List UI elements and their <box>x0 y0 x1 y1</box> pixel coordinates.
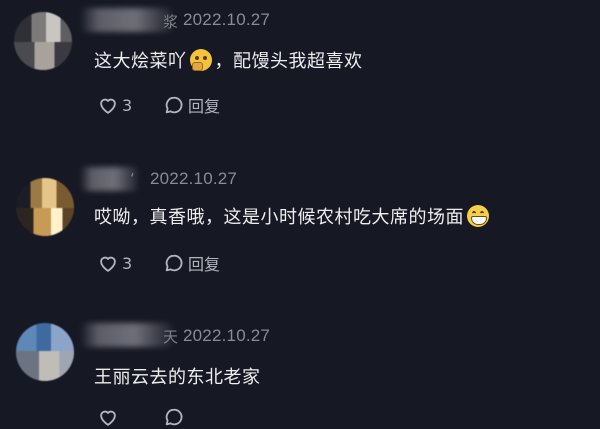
like-button[interactable]: 3 <box>97 94 163 116</box>
heart-icon <box>100 410 116 426</box>
like-count: 3 <box>122 253 133 273</box>
username-blurred[interactable] <box>80 8 172 32</box>
heart-icon <box>100 98 116 114</box>
avatar[interactable] <box>14 12 72 70</box>
avatar[interactable] <box>16 178 74 236</box>
comment-text-part: 哎呦，真香哦，这是小时候农村吃大席的场面 <box>94 207 464 228</box>
like-count: 3 <box>122 95 133 115</box>
reply-button[interactable]: 回复 <box>163 93 220 117</box>
avatar[interactable] <box>16 323 74 381</box>
username-tail: 天 <box>163 328 179 346</box>
comment-date: 2022.10.27 <box>150 169 238 188</box>
username-tail: ʻ <box>130 170 135 188</box>
grinning-face-icon <box>467 205 489 227</box>
username-tail: 浆 <box>163 13 179 31</box>
comment-actions: 3 回复 <box>97 93 220 117</box>
thinking-face-icon <box>189 49 212 71</box>
comment-actions: 3 回复 <box>97 251 220 275</box>
like-button[interactable]: 3 <box>97 252 163 274</box>
comment-text: 王丽云去的东北老家 <box>94 363 261 389</box>
comment-text-part: 王丽云去的东北老家 <box>94 367 261 388</box>
reply-button[interactable] <box>163 406 188 428</box>
comment-actions <box>97 405 188 429</box>
comment-date: 2022.10.27 <box>183 10 271 29</box>
speech-bubble-icon <box>165 254 183 272</box>
comment-text-part: 这大烩菜吖 <box>94 51 187 72</box>
reply-label: 回复 <box>188 97 221 116</box>
like-button[interactable] <box>97 406 163 428</box>
comment-text: 哎呦，真香哦，这是小时候农村吃大席的场面 <box>94 203 492 229</box>
reply-label: 回复 <box>188 255 221 274</box>
comment-item: ʻ 2022.10.27 哎呦，真香哦，这是小时候农村吃大席的场面 3 回复 <box>0 150 600 315</box>
speech-bubble-icon <box>165 408 183 426</box>
username-blurred[interactable] <box>80 323 172 347</box>
heart-icon <box>100 256 116 272</box>
comment-item: 浆 2022.10.27 这大烩菜吖 ，配馒头我超喜欢 3 回复 <box>0 0 600 150</box>
comment-item: 天 2022.10.27 王丽云去的东北老家 <box>0 315 600 426</box>
comment-text-part: ，配馒头我超喜欢 <box>214 51 363 72</box>
speech-bubble-icon <box>165 96 183 114</box>
comment-date: 2022.10.27 <box>183 326 271 345</box>
comment-text: 这大烩菜吖 ，配馒头我超喜欢 <box>94 47 363 73</box>
reply-button[interactable]: 回复 <box>163 251 220 275</box>
